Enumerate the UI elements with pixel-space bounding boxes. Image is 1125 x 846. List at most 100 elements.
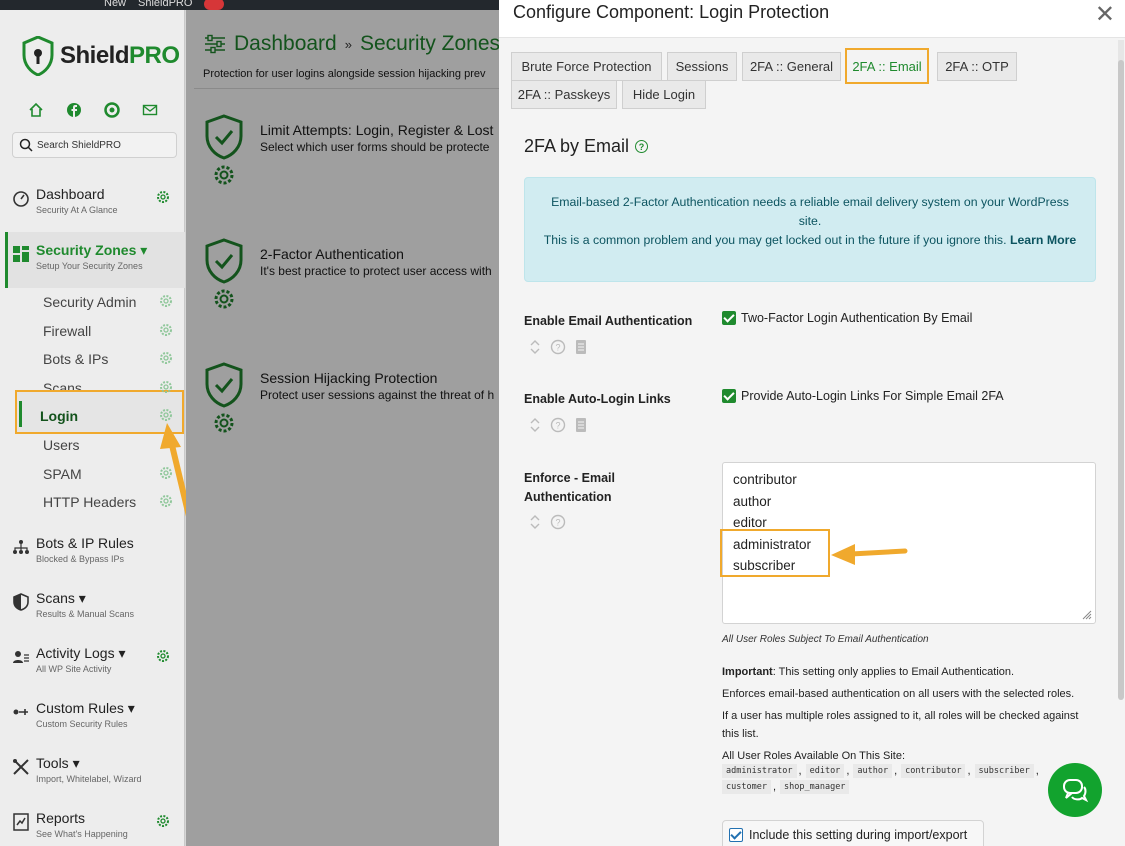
chat-support-button[interactable] [1048,763,1102,817]
sidebar-subitem-firewall[interactable]: Firewall [43,323,91,339]
sidebar-item-scans[interactable]: Scans ▾ Results & Manual Scans [10,590,185,630]
sidebar-subitem-login[interactable]: Login [40,408,78,424]
search-placeholder: Search ShieldPRO [37,139,121,151]
shield-check-icon [205,238,243,284]
breadcrumb-dashboard[interactable]: Dashboard [234,32,337,56]
role-code: contributor [901,764,966,778]
tab-brute-force[interactable]: Brute Force Protection [511,52,662,81]
sidebar-item-title: Bots & IP Rules [36,535,134,551]
sidebar-item-activity-logs[interactable]: Activity Logs ▾ All WP Site Activity [10,645,185,685]
help-icon[interactable]: ? [550,514,566,530]
gear-icon[interactable] [156,190,170,204]
important-note: Important: This setting only applies to … [722,666,1015,678]
sidebar-subitem-bots-ips[interactable]: Bots & IPs [43,351,108,367]
svg-text:?: ? [555,518,560,528]
sidebar-item-tools[interactable]: Tools ▾ Import, Whitelabel, Wizard [10,755,185,795]
sort-icon[interactable] [529,339,541,355]
setting-label-auto-login: Enable Auto-Login Links [524,392,671,406]
gear-icon[interactable] [156,814,170,828]
zones-icon [13,246,29,262]
feature-title: Session Hijacking Protection [260,370,438,386]
role-code: customer [722,780,771,794]
selected-roles-highlight [720,529,830,577]
breadcrumb: Dashboard » Security Zones [204,32,500,56]
sidebar-subitem-security-admin[interactable]: Security Admin [43,294,136,310]
sort-icon[interactable] [529,514,541,530]
tab-2fa-email[interactable]: 2FA :: Email [845,48,929,84]
checkbox-checked[interactable] [729,828,743,842]
tab-2fa-otp[interactable]: 2FA :: OTP [937,52,1017,81]
role-option[interactable]: contributor [733,472,1095,494]
checkbox-auto-login[interactable]: Provide Auto-Login Links For Simple Emai… [722,389,1004,403]
sidebar-item-subtitle: Import, Whitelabel, Wizard [36,774,142,784]
network-icon [13,540,29,554]
feature-description: Select which user forms should be protec… [260,140,490,154]
sidebar-item-title: Tools ▾ [36,755,80,771]
gear-icon[interactable] [156,649,170,663]
gear-icon[interactable] [159,323,173,337]
gear-icon[interactable] [213,412,235,434]
sidebar-item-title: Reports [36,810,86,826]
email-delivery-notice: Email-based 2-Factor Authentication need… [524,177,1096,282]
feature-title: 2-Factor Authentication [260,246,404,262]
help-icon[interactable]: ? [550,417,566,433]
modal-title: Configure Component: Login Protection [513,2,830,22]
docs-icon[interactable] [575,417,587,433]
wp-plugin-link[interactable]: ShieldPRO [138,0,192,9]
sort-icon[interactable] [529,417,541,433]
breadcrumb-security-zones[interactable]: Security Zones [360,32,500,56]
wp-new-link[interactable]: New [104,0,126,9]
sidebar-item-custom-rules[interactable]: Custom Rules ▾ Custom Security Rules [10,700,185,740]
gear-icon[interactable] [159,380,173,394]
sidebar-item-title: Activity Logs ▾ [36,645,126,661]
feature-title: Limit Attempts: Login, Register & Lost [260,122,494,138]
modal-header: Configure Component: Login Protection ✕ [499,0,1125,38]
quick-links [28,102,158,118]
main-content-overlay: Dashboard » Security Zones Protection fo… [186,10,500,846]
support-icon[interactable] [104,102,120,118]
roles-arrow-annotation [831,544,908,565]
checkbox-email-auth[interactable]: Two-Factor Login Authentication By Email [722,311,972,325]
setting-label-enforce: Enforce - Email Authentication [524,471,615,504]
shield-logo-icon [22,36,54,76]
modal-scrollbar[interactable] [1118,40,1124,700]
brand-logo[interactable]: ShieldPRO [22,36,180,76]
page-subtitle: Protection for user logins alongside ses… [203,68,486,80]
docs-icon[interactable] [575,339,587,355]
gear-icon[interactable] [159,351,173,365]
gear-icon[interactable] [213,164,235,186]
role-option[interactable]: author [733,494,1095,516]
sidebar-item-subtitle: All WP Site Activity [36,664,112,674]
home-icon[interactable] [28,102,44,118]
reports-icon [13,813,29,831]
tab-2fa-passkeys[interactable]: 2FA :: Passkeys [511,80,617,109]
rules-icon [13,709,28,715]
role-code: author [853,764,893,778]
learn-more-link[interactable]: Learn More [1010,233,1076,247]
sidebar-subitem-users[interactable]: Users [43,437,80,453]
tab-2fa-general[interactable]: 2FA :: General [742,52,841,81]
import-export-option[interactable]: Include this setting during import/expor… [722,820,984,846]
sidebar-item-bots-ip-rules[interactable]: Bots & IP Rules Blocked & Bypass IPs [10,535,185,575]
help-icon[interactable]: ? [550,339,566,355]
checkbox-checked[interactable] [722,311,736,325]
tab-hide-login[interactable]: Hide Login [622,80,706,109]
gear-icon[interactable] [159,294,173,308]
tab-sessions[interactable]: Sessions [667,52,737,81]
available-roles-list: administrator, editor, author, contribut… [722,764,1082,794]
help-icon[interactable]: ? [635,140,649,153]
resize-handle-icon[interactable] [1082,610,1092,620]
sidebar-item-security-zones[interactable]: Security Zones ▾ Setup Your Security Zon… [10,242,185,282]
facebook-icon[interactable] [66,102,82,118]
notice-line-1: Email-based 2-Factor Authentication need… [551,195,1069,228]
mail-icon[interactable] [142,102,158,118]
close-icon[interactable]: ✕ [1095,0,1115,29]
sidebar-subitem-spam[interactable]: SPAM [43,466,82,482]
sidebar-item-subtitle: Setup Your Security Zones [36,261,143,271]
sidebar-subitem-http-headers[interactable]: HTTP Headers [43,494,136,510]
sidebar-item-reports[interactable]: Reports See What's Happening [10,810,185,846]
checkbox-checked[interactable] [722,389,736,403]
sidebar-search-input[interactable]: Search ShieldPRO [12,132,177,158]
sidebar-item-dashboard[interactable]: Dashboard Security At A Glance [10,186,185,226]
gear-icon[interactable] [213,288,235,310]
